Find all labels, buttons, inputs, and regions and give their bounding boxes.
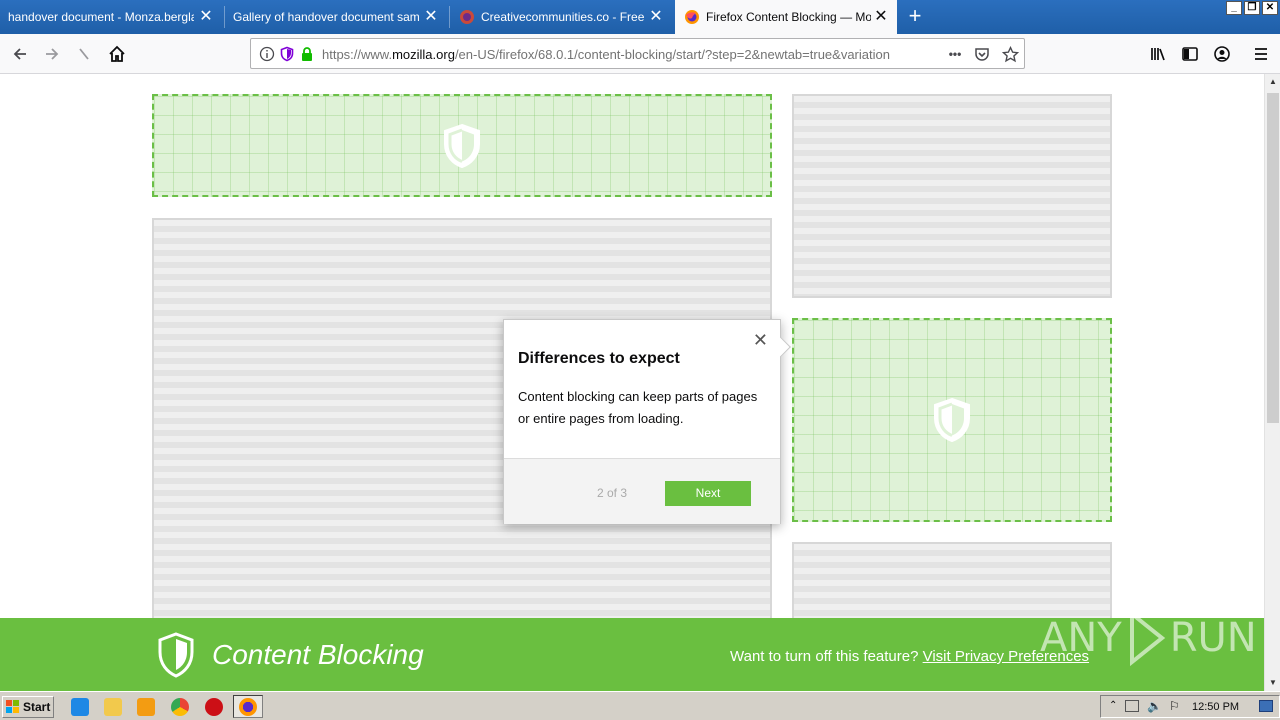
volume-icon[interactable]: 🔈: [1147, 699, 1162, 713]
tab-title: Creativecommunities.co - Free All: [481, 10, 646, 24]
tab-title: Gallery of handover document sample: [233, 10, 419, 24]
account-button[interactable]: [1208, 40, 1236, 68]
play-logo-icon: [1129, 609, 1165, 667]
loading-slash-icon: [79, 48, 89, 60]
scroll-up-arrow-icon[interactable]: ▲: [1265, 74, 1280, 90]
network-icon[interactable]: [1125, 700, 1139, 712]
action-center-flag-icon[interactable]: ⚐: [1169, 699, 1180, 713]
shield-icon: [158, 632, 194, 678]
firefox-favicon-icon: [684, 9, 700, 25]
onboarding-popup: ✕ Differences to expect Content blocking…: [503, 319, 791, 524]
tab-creativecommunities[interactable]: Creativecommunities.co - Free All ✕: [450, 0, 672, 34]
url-prefix: https://www.: [322, 47, 393, 62]
next-button[interactable]: Next: [665, 481, 751, 506]
blocked-content-area: [792, 318, 1112, 522]
url-domain: mozilla.org: [392, 47, 455, 62]
shield-icon: [934, 397, 970, 443]
tracking-protection-shield-icon[interactable]: [278, 45, 296, 63]
tab-strip: handover document - Monza.berglauf- ✕ Ga…: [0, 0, 1280, 34]
banner-question-text: Want to turn off this feature?: [730, 648, 919, 665]
tab-close-icon[interactable]: ✕: [423, 9, 439, 25]
media-player-icon[interactable]: [137, 698, 155, 716]
blocked-content-area: [152, 94, 772, 197]
tab-title: handover document - Monza.berglauf-: [8, 10, 194, 24]
vertical-scrollbar[interactable]: ▲ ▼: [1264, 74, 1280, 691]
popup-close-icon[interactable]: ✕: [753, 331, 768, 349]
popup-title: Differences to expect: [518, 350, 680, 367]
windows-taskbar: Start ⌃ 🔈 ⚐ 12:50 PM: [0, 691, 1280, 720]
tab-title: Firefox Content Blocking — Mozilla: [706, 10, 871, 24]
banner-title: Content Blocking: [212, 639, 424, 670]
bookmark-star-icon[interactable]: [1001, 45, 1019, 63]
site-info-icon[interactable]: [258, 45, 276, 63]
firefox-icon: [239, 698, 257, 716]
tab-close-icon[interactable]: ✕: [873, 9, 889, 25]
shield-icon: [444, 123, 480, 168]
stop-loading-button[interactable]: [70, 40, 98, 68]
forward-arrow-icon: [46, 48, 59, 60]
chrome-icon[interactable]: [171, 698, 189, 716]
start-label: Start: [23, 700, 51, 714]
taskbar-firefox-button[interactable]: [233, 695, 263, 718]
windows-logo-icon: [6, 700, 19, 713]
system-tray: ⌃ 🔈 ⚐ 12:50 PM: [1100, 695, 1280, 718]
account-icon: [1214, 46, 1230, 62]
new-tab-button[interactable]: +: [902, 4, 928, 30]
navigation-toolbar: https://www.mozilla.org/en-US/firefox/68…: [0, 34, 1280, 74]
tab-handover-document[interactable]: handover document - Monza.berglauf- ✕: [0, 0, 222, 34]
anyrun-watermark: ANY RUN: [1040, 608, 1257, 668]
scroll-down-arrow-icon[interactable]: ▼: [1265, 675, 1280, 691]
tab-firefox-content-blocking[interactable]: Firefox Content Blocking — Mozilla ✕: [675, 0, 897, 34]
file-explorer-icon[interactable]: [104, 698, 122, 716]
watermark-text-left: ANY: [1040, 615, 1122, 661]
placeholder-content-block: [792, 94, 1112, 298]
start-button[interactable]: Start: [2, 696, 54, 718]
back-arrow-icon: [13, 48, 26, 60]
show-hidden-icons-icon[interactable]: ⌃: [1109, 700, 1117, 711]
watermark-text-right: RUN: [1169, 615, 1257, 661]
opera-icon[interactable]: [205, 698, 223, 716]
internet-explorer-icon[interactable]: [71, 698, 89, 716]
forward-button[interactable]: [38, 40, 66, 68]
hamburger-menu-icon: [1255, 48, 1267, 60]
scrollbar-thumb[interactable]: [1267, 93, 1279, 423]
url-path: /en-US/firefox/68.0.1/content-blocking/s…: [454, 47, 890, 62]
secure-lock-icon[interactable]: [298, 45, 316, 63]
sidebar-icon: [1182, 47, 1198, 61]
tab-gallery[interactable]: Gallery of handover document sample ✕: [225, 0, 447, 34]
popup-footer: 2 of 3 Next: [504, 458, 780, 524]
sidebar-button[interactable]: [1176, 40, 1204, 68]
pocket-icon[interactable]: [973, 45, 991, 63]
popup-body-text: Content blocking can keep parts of pages…: [518, 389, 758, 426]
firefox-favicon-icon: [459, 9, 475, 25]
close-window-button[interactable]: ✕: [1262, 1, 1278, 15]
step-indicator: 2 of 3: [597, 486, 628, 500]
home-button[interactable]: [103, 40, 131, 68]
menu-button[interactable]: [1247, 40, 1275, 68]
restore-button[interactable]: ❐: [1244, 1, 1260, 15]
home-icon: [109, 45, 125, 62]
back-button[interactable]: [6, 40, 34, 68]
banner-question: Want to turn off this feature? Visit Pri…: [730, 648, 1089, 665]
tab-close-icon[interactable]: ✕: [198, 9, 214, 25]
library-icon: [1151, 48, 1165, 61]
url-text[interactable]: https://www.mozilla.org/en-US/firefox/68…: [322, 47, 912, 62]
tab-close-icon[interactable]: ✕: [648, 9, 664, 25]
show-desktop-icon[interactable]: [1259, 700, 1273, 712]
library-button[interactable]: [1144, 40, 1172, 68]
window-controls: _ ❐ ✕: [1226, 1, 1278, 15]
clock: 12:50 PM: [1192, 701, 1240, 713]
address-bar[interactable]: https://www.mozilla.org/en-US/firefox/68…: [250, 38, 1025, 69]
page-actions-menu-icon[interactable]: •••: [944, 45, 966, 63]
minimize-button[interactable]: _: [1226, 1, 1242, 15]
